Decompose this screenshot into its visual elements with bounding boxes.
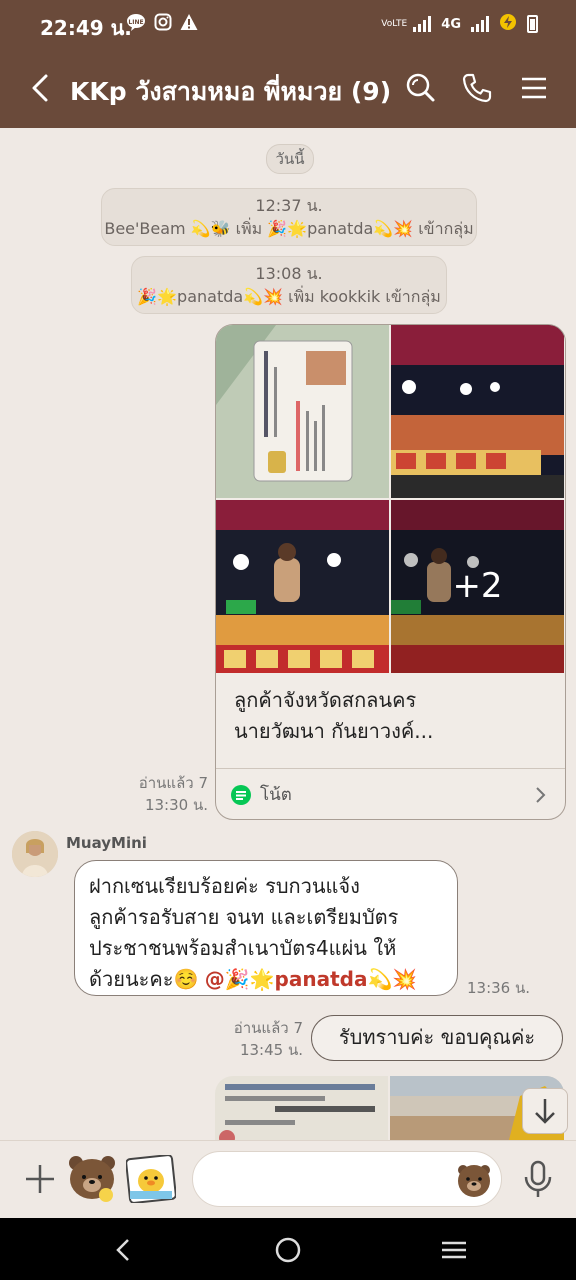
- back-button[interactable]: [24, 70, 60, 106]
- battery-icon: [527, 15, 538, 33]
- back-arrow-icon: [32, 74, 48, 102]
- signal-icon: [413, 16, 432, 32]
- data-saver-icon: [499, 13, 517, 35]
- chat-title[interactable]: KKp วังสามหมอ พี่หมวย (9): [70, 72, 391, 112]
- incoming-message-bubble[interactable]: ฝากเซนเรียบร้อยค่ะ รบกวนแจ้ง ลูกค้ารอรับ…: [74, 860, 458, 996]
- system-icons: VoLTE 4G: [381, 13, 538, 35]
- microphone-icon: [524, 1160, 552, 1197]
- instagram-icon: [154, 13, 172, 36]
- system-message-text: 🎉🌟panatda💫💥 เพิ่ม kookkik เข้ากลุ่ม: [137, 287, 441, 306]
- status-time: 22:49 น.: [40, 16, 132, 40]
- menu-button[interactable]: [516, 70, 552, 106]
- album-photo-stall-1[interactable]: [391, 325, 564, 498]
- sticker-button[interactable]: [455, 1161, 493, 1199]
- plus-icon: [26, 1165, 54, 1193]
- volte-icon: VoLTE: [381, 18, 408, 29]
- nav-recents-icon: [442, 1241, 466, 1259]
- read-count: อ่านแล้ว 7: [233, 1019, 303, 1037]
- avatar[interactable]: [12, 831, 58, 877]
- phone-icon: [462, 73, 492, 103]
- sticker-shortcut-brown[interactable]: [66, 1151, 118, 1205]
- brown-bear-sticker-icon: [69, 1156, 115, 1202]
- nav-back-icon: [116, 1239, 129, 1261]
- note-icon: [231, 784, 251, 805]
- album-divider: [216, 768, 565, 769]
- call-button[interactable]: [459, 70, 495, 106]
- chevron-right-icon: [533, 785, 547, 805]
- nav-home-button[interactable]: [272, 1234, 304, 1266]
- more-photos-count[interactable]: +2: [391, 500, 564, 673]
- album-photo-stall-3[interactable]: +2: [391, 500, 564, 673]
- add-attachment-button[interactable]: [22, 1161, 58, 1197]
- notification-icons: LINE: [126, 13, 198, 36]
- android-nav-bar: [0, 1218, 576, 1280]
- svg-text:LINE: LINE: [128, 19, 143, 26]
- system-message: 12:37 น. Bee'Beam 💫🐝 เพิ่ม 🎉🌟panatda💫💥 เ…: [101, 188, 477, 246]
- search-icon: [406, 73, 435, 102]
- system-message-text: Bee'Beam 💫🐝 เพิ่ม 🎉🌟panatda💫💥 เข้ากลุ่ม: [104, 219, 474, 238]
- message-time: 13:45 น.: [239, 1041, 303, 1059]
- album-caption-line: นายวัฒนา กันยาวงค์...: [234, 719, 434, 743]
- message-text: ด้วยนะคะ☺️: [89, 967, 205, 991]
- voice-message-button[interactable]: [522, 1159, 554, 1199]
- message-line: ด้วยนะคะ☺️ @🎉🌟panatda💫💥: [89, 964, 443, 995]
- message-input-field[interactable]: [192, 1151, 502, 1207]
- album-caption-line: ลูกค้าจังหวัดสกลนคร: [234, 688, 417, 712]
- album-caption: ลูกค้าจังหวัดสกลนคร นายวัฒนา กันยาวงค์..…: [234, 685, 433, 747]
- photo-album-message[interactable]: +2 ลูกค้าจังหวัดสกลนคร นายวัฒนา กันยาวงค…: [215, 324, 566, 820]
- hamburger-menu-icon: [522, 77, 546, 99]
- message-input[interactable]: [213, 1166, 437, 1189]
- system-message: 13:08 น. 🎉🌟panatda💫💥 เพิ่ม kookkik เข้าก…: [131, 256, 447, 314]
- system-message-time: 13:08 น.: [255, 264, 323, 283]
- chat-header: KKp วังสามหมอ พี่หมวย (9): [0, 48, 576, 128]
- message-time: 13:30 น.: [144, 796, 208, 814]
- read-count: อ่านแล้ว 7: [138, 774, 208, 792]
- outgoing-message-bubble[interactable]: รับทราบค่ะ ขอบคุณค่ะ: [311, 1015, 563, 1061]
- nav-back-button[interactable]: [108, 1234, 140, 1266]
- chat-area[interactable]: วันนี้ 12:37 น. Bee'Beam 💫🐝 เพิ่ม 🎉🌟pana…: [0, 128, 576, 1140]
- sally-sticker-icon: [125, 1154, 177, 1204]
- system-message-time: 12:37 น.: [255, 196, 323, 215]
- arrow-down-icon: [535, 1099, 555, 1124]
- note-link[interactable]: โน้ต: [230, 781, 292, 808]
- sticker-shortcut-sally[interactable]: [125, 1154, 177, 1204]
- message-line: ลูกค้ารอรับสาย จนท และเตรียมบัตร: [89, 905, 399, 929]
- message-time: 13:36 น.: [467, 979, 531, 997]
- network-type: 4G: [441, 16, 461, 32]
- read-receipt: อ่านแล้ว 7 13:45 น.: [234, 1017, 303, 1061]
- message-line: ฝากเซนเรียบร้อยค่ะ รบกวนแจ้ง: [89, 874, 360, 898]
- message-input-bar: [0, 1140, 576, 1219]
- read-receipt: อ่านแล้ว 7 13:30 น.: [139, 772, 208, 816]
- status-bar: 22:49 น. LINE VoLTE 4G: [0, 0, 576, 48]
- album-photo-stall-2[interactable]: [216, 500, 389, 673]
- nav-recents-button[interactable]: [438, 1234, 470, 1266]
- photo-album-message-2[interactable]: [215, 1076, 564, 1140]
- sender-name[interactable]: MuayMini: [66, 834, 147, 852]
- nav-home-icon: [275, 1237, 301, 1263]
- note-label: โน้ต: [260, 785, 292, 805]
- sticker-bear-icon: [458, 1165, 490, 1197]
- warning-icon: [180, 13, 198, 36]
- line-notification-icon: LINE: [126, 13, 146, 36]
- signal-icon-2: [471, 16, 489, 32]
- date-separator: วันนี้: [266, 144, 314, 174]
- album-photo-id-card[interactable]: [216, 325, 389, 498]
- mention-link[interactable]: @🎉🌟panatda💫💥: [205, 967, 418, 991]
- message-line: ประชาชนพร้อมสำเนาบัตร4แผ่น ให้: [89, 936, 397, 960]
- scroll-to-bottom-button[interactable]: [522, 1088, 568, 1134]
- search-button[interactable]: [402, 70, 438, 106]
